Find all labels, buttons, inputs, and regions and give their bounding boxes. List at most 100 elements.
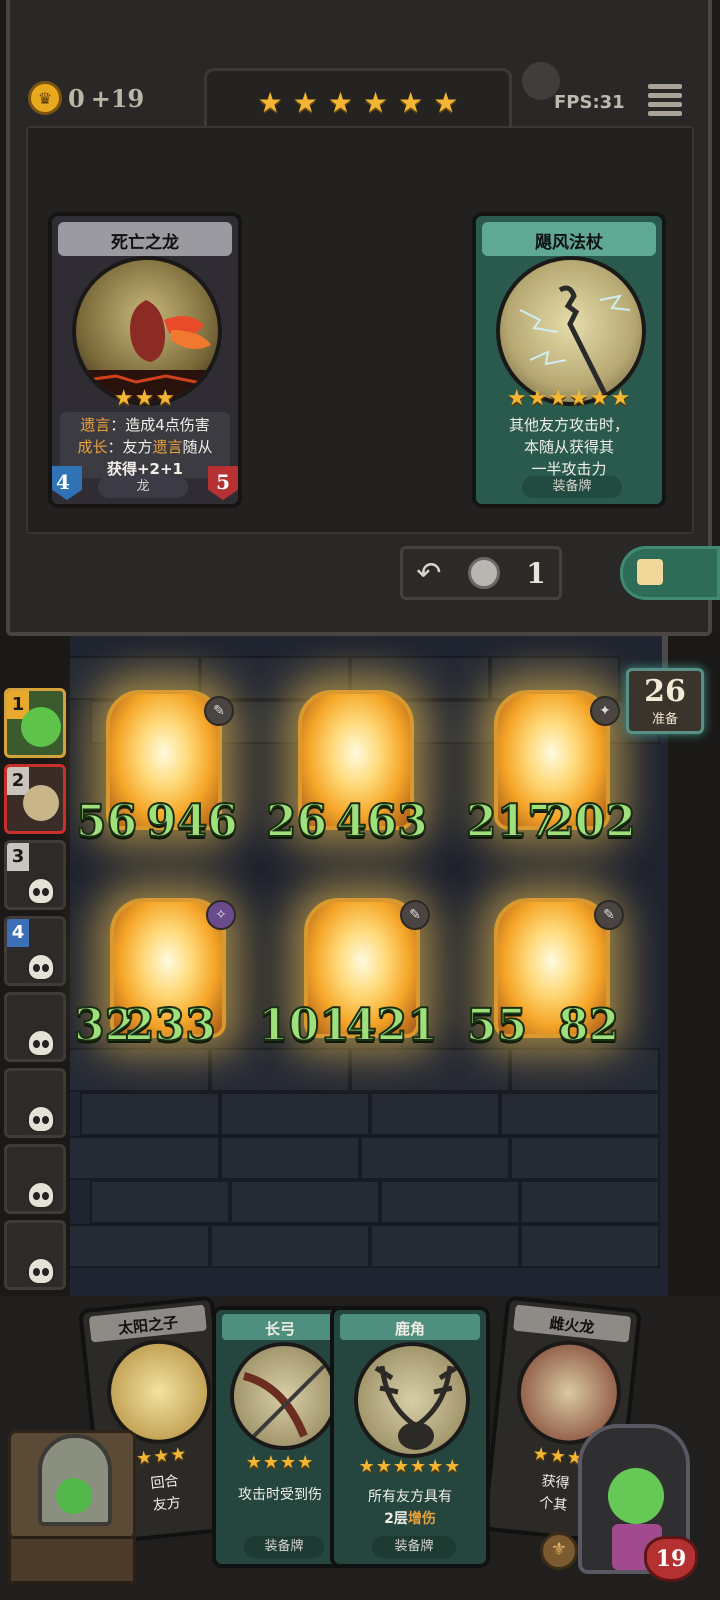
timer-label: 准备 bbox=[651, 711, 678, 727]
equipment-badge-icon: ✦ bbox=[590, 696, 620, 726]
skull-icon bbox=[27, 1029, 55, 1057]
gold-value: 0 bbox=[68, 83, 85, 113]
tavern-tier-tab: ★ ★ ★ ★ ★ ★ bbox=[204, 68, 512, 134]
equipment-tag: 装备牌 bbox=[244, 1536, 324, 1558]
card-star-rating: ★★★★★★ bbox=[506, 386, 632, 411]
opponent-rank: 4 bbox=[7, 919, 29, 947]
equipment-tag: 装备牌 bbox=[522, 476, 622, 498]
tier-star-icon: ★ bbox=[327, 86, 353, 119]
keyword-deathrattle: 遗言 bbox=[80, 416, 111, 434]
card-title: 死亡之龙 bbox=[111, 233, 179, 253]
card-text: 遗言：造成4点伤害 成长：友方遗言随从 获得+2+1 bbox=[62, 414, 228, 480]
chest-base bbox=[8, 1536, 136, 1584]
opponent-portrait[interactable] bbox=[4, 1068, 66, 1138]
menu-icon bbox=[648, 84, 682, 89]
card-text-line: 所有友方具有 bbox=[368, 1489, 452, 1505]
menu-button[interactable] bbox=[648, 84, 682, 116]
refresh-button[interactable]: ↶ 1 bbox=[400, 546, 562, 600]
dragon-art bbox=[76, 300, 218, 402]
tribe-tag: 龙 bbox=[98, 476, 188, 498]
goblin-player-avatar bbox=[608, 1468, 664, 1524]
card-star-rating: ★★★★ bbox=[245, 1452, 315, 1473]
tier-star-icon: ★ bbox=[363, 86, 389, 119]
opponent-avatar bbox=[23, 785, 59, 821]
opponent-portrait[interactable] bbox=[4, 1144, 66, 1214]
opponent-portrait[interactable]: 2 bbox=[4, 764, 66, 834]
tier-star-icon: ★ bbox=[257, 86, 283, 119]
card-text-line: ：造成4点伤害 bbox=[110, 416, 210, 434]
card-text-line: 其他友方攻击时， bbox=[508, 416, 629, 434]
skull-icon bbox=[27, 953, 55, 981]
minion-health: 463 bbox=[335, 795, 429, 848]
gold-increment: +19 bbox=[90, 83, 145, 113]
equipment-badge-icon: ✎ bbox=[204, 696, 234, 726]
opponent-portrait[interactable] bbox=[4, 992, 66, 1062]
staff-art bbox=[519, 285, 631, 402]
goblin-keeper-icon bbox=[56, 1478, 92, 1514]
card-text: 攻击时受到伤 bbox=[238, 1487, 322, 1503]
minion-attack: 26 bbox=[265, 795, 328, 848]
shop-keeper-portrait[interactable] bbox=[38, 1434, 112, 1526]
hand-card-longbow[interactable]: 长弓 ★★★★ 攻击时受到伤 装备牌 bbox=[212, 1306, 348, 1568]
opponent-portrait[interactable]: 1 bbox=[4, 688, 66, 758]
minion-attack: 56 bbox=[75, 795, 138, 848]
card-text-line: 随从 bbox=[182, 438, 213, 456]
equipment-badge-icon: ✎ bbox=[400, 900, 430, 930]
card-title: 长弓 bbox=[264, 1320, 295, 1338]
opponent-portrait[interactable]: 3 bbox=[4, 840, 66, 910]
card-text-line: ：友方 bbox=[107, 438, 153, 456]
player-health: 19 bbox=[644, 1536, 698, 1582]
timer-value: 26 bbox=[644, 673, 686, 709]
card-text-line: 2层 bbox=[384, 1511, 408, 1527]
card-text: 所有友方具有 2层增伤 bbox=[344, 1486, 476, 1530]
minion-attack: 101 bbox=[257, 999, 351, 1052]
hand-card-antlers[interactable]: 鹿角 ★★★★★★ 所有友方具有 2层增伤 装备牌 bbox=[330, 1306, 490, 1568]
equipment-tag: 装备牌 bbox=[372, 1536, 456, 1558]
minion-health: 233 bbox=[123, 999, 217, 1052]
shop-card-hurricane-staff[interactable]: 飓风法杖 ★★★★★★ 其他友方攻击时， 本随从获得其 一半攻击力 装备牌 bbox=[472, 212, 666, 508]
antler-art bbox=[374, 1365, 458, 1450]
card-title: 鹿角 bbox=[394, 1320, 425, 1338]
health-value: 5 bbox=[216, 470, 230, 494]
touch-indicator bbox=[522, 62, 560, 100]
tier-star-icon: ★ bbox=[433, 86, 459, 119]
keyword-deathrattle: 遗言 bbox=[152, 438, 183, 456]
card-text: 其他友方攻击时， 本随从获得其 一半攻击力 bbox=[486, 414, 652, 480]
minion-health: 421 bbox=[345, 999, 439, 1052]
goblin-avatar bbox=[21, 707, 61, 747]
crown-coin-icon: ♛ bbox=[28, 81, 62, 115]
minion-health: 202 bbox=[543, 795, 637, 848]
bow-art bbox=[242, 1364, 326, 1438]
minion-attack: 55 bbox=[465, 999, 528, 1052]
card-star-rating: ★★★ bbox=[113, 386, 177, 411]
lock-icon bbox=[637, 559, 663, 585]
equipment-badge-icon: ✎ bbox=[594, 900, 624, 930]
skull-icon bbox=[27, 1181, 55, 1209]
keyword-growth: 成长 bbox=[77, 438, 108, 456]
refresh-cost: 1 bbox=[526, 556, 546, 590]
opponent-portrait[interactable] bbox=[4, 1220, 66, 1290]
attack-value: 4 bbox=[56, 470, 70, 494]
refresh-arrow-icon: ↶ bbox=[416, 555, 442, 591]
skull-icon bbox=[27, 877, 55, 905]
shop-card-death-dragon[interactable]: 死亡之龙 ★★★ 遗言：造成4点伤害 成长：友方遗言随从 获得+2+1 4 5 … bbox=[48, 212, 242, 508]
right-pillar bbox=[668, 636, 720, 1296]
card-art bbox=[496, 256, 646, 406]
tier-star-icon: ★ bbox=[398, 86, 424, 119]
sparkle-badge-icon: ✧ bbox=[206, 900, 236, 930]
minion-health: 946 bbox=[145, 795, 239, 848]
skull-icon bbox=[27, 1105, 55, 1133]
card-art bbox=[354, 1342, 470, 1458]
hero-power-icon[interactable]: ⚜ bbox=[540, 1532, 578, 1570]
card-art bbox=[72, 256, 222, 406]
opponent-portrait[interactable]: 4 bbox=[4, 916, 66, 986]
skull-icon bbox=[27, 1257, 55, 1285]
card-art bbox=[230, 1342, 338, 1450]
gold-counter: ♛ 0 +19 bbox=[28, 80, 144, 116]
card-title: 飓风法杖 bbox=[535, 233, 603, 253]
timer-chain bbox=[662, 636, 668, 670]
lock-shop-button[interactable] bbox=[620, 546, 720, 600]
prep-timer: 26 准备 bbox=[626, 668, 704, 734]
game-screen: ★ ★ ★ ★ ★ ★ ♛ 0 +19 FPS:31 死亡之龙 ★★★ 遗言：造… bbox=[0, 0, 720, 1600]
fps-readout: FPS:31 bbox=[554, 92, 625, 113]
